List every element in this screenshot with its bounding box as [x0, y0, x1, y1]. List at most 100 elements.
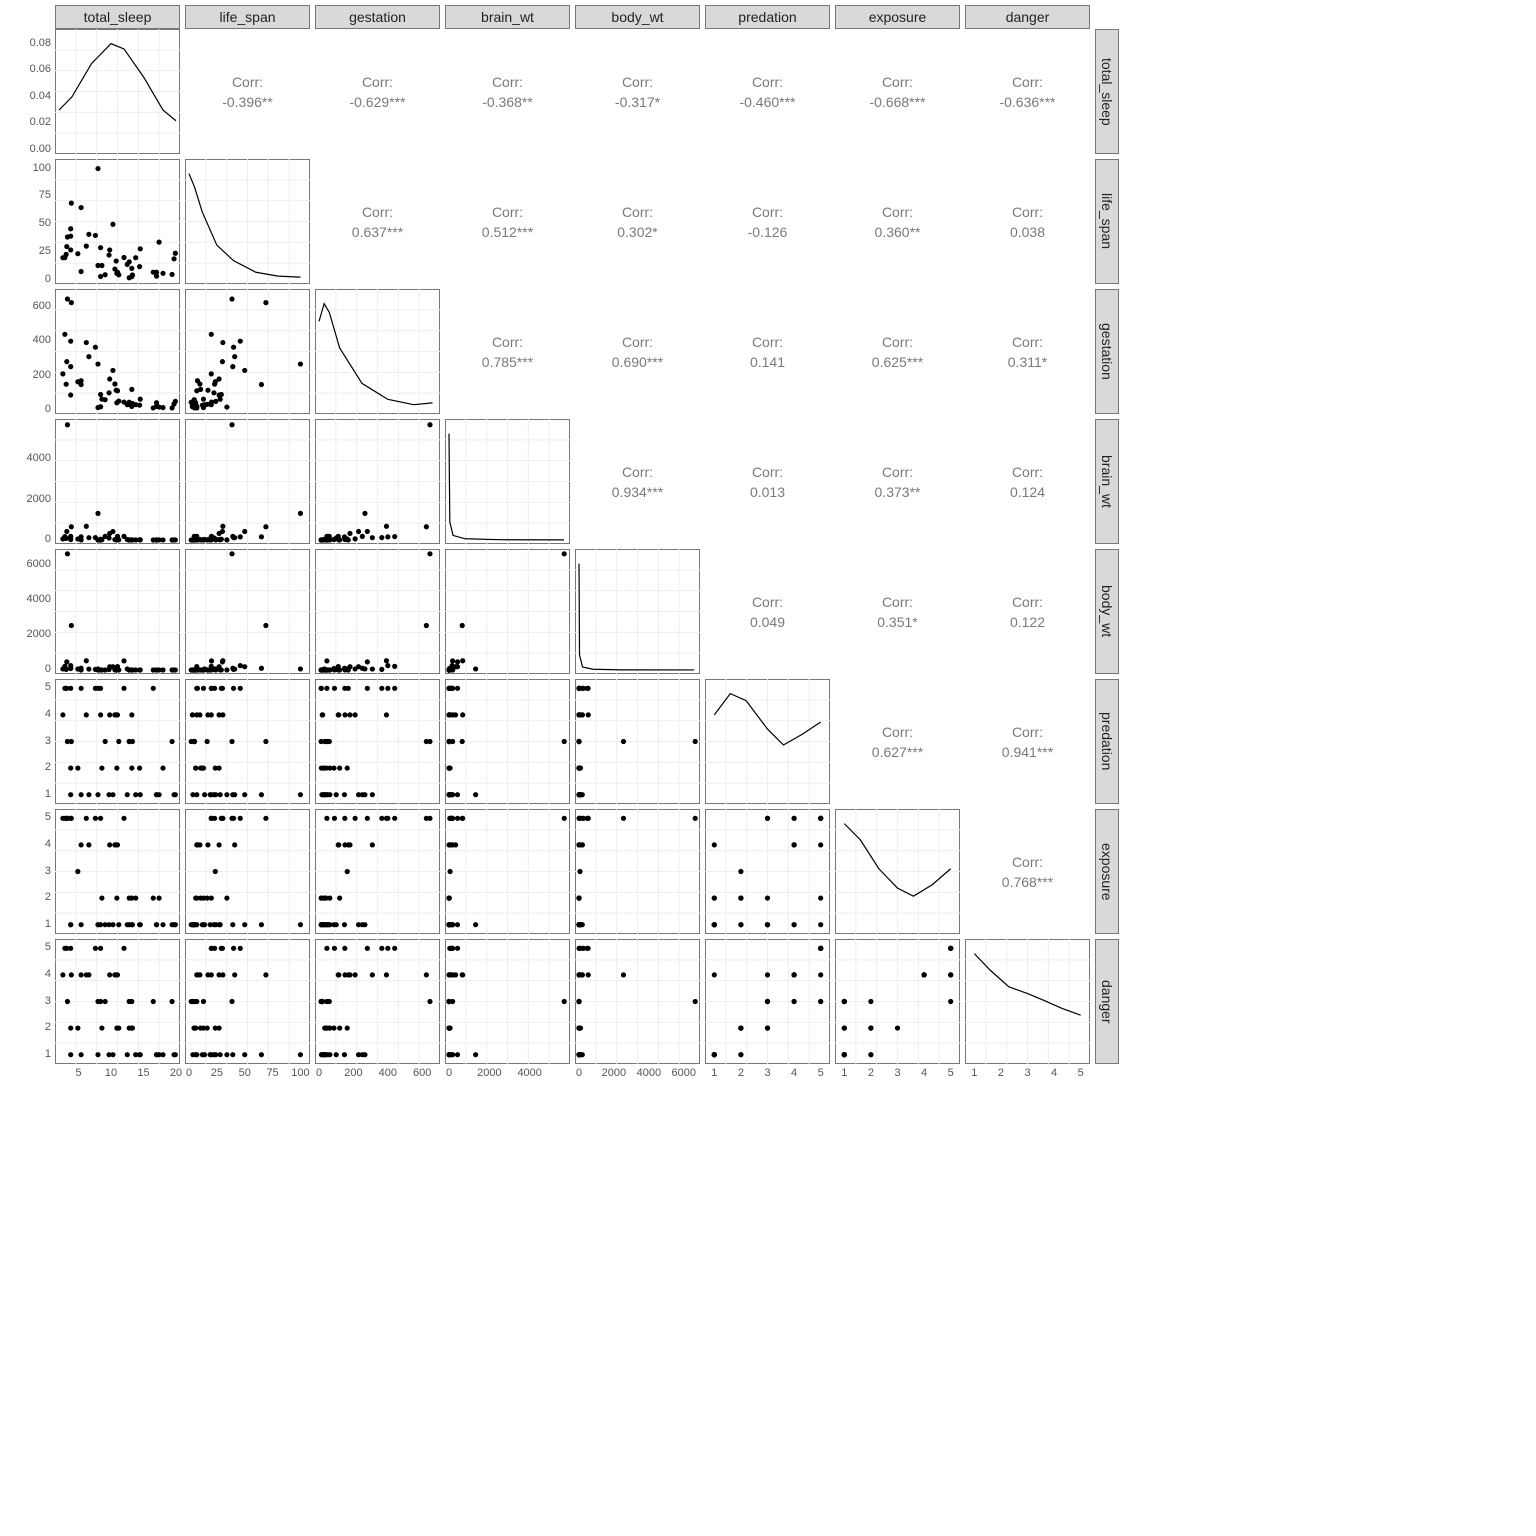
y-tick: 4 [13, 968, 51, 980]
corr-gestation-danger: Corr:0.311* [965, 289, 1090, 414]
row-header-exposure: exposure [1095, 809, 1119, 934]
corr-label: Corr: [1012, 334, 1043, 350]
corr-body_wt-predation: Corr: 0.049 [705, 549, 830, 674]
corr-exposure-danger: Corr: 0.768*** [965, 809, 1090, 934]
panel-svg-danger-body_wt [575, 939, 700, 1064]
y-tick: 400 [13, 334, 51, 346]
corr-label: Corr: [752, 594, 783, 610]
panel-svg-total_sleep-total_sleep [55, 29, 180, 154]
corr-value: 0.141 [750, 354, 785, 370]
corr-value: 0.038 [1010, 224, 1045, 240]
y-tick: 0.04 [13, 90, 51, 102]
x-tick: 6000 [670, 1067, 698, 1079]
x-tick: 3 [1014, 1067, 1042, 1079]
corr-label: Corr: [622, 334, 653, 350]
y-tick: 2 [13, 761, 51, 773]
corr-label: Corr: [232, 74, 263, 90]
x-tick: 2 [727, 1067, 755, 1079]
y-tick: 25 [13, 245, 51, 257]
panel-svg-danger-predation [705, 939, 830, 1064]
corr-label: Corr: [882, 594, 913, 610]
row-header-label: gestation [1099, 323, 1115, 380]
corr-total_sleep-exposure: Corr:-0.668*** [835, 29, 960, 154]
x-tick: 2000 [475, 1067, 503, 1079]
panel-svg-life_span-life_span [185, 159, 310, 284]
y-tick: 5 [13, 811, 51, 823]
panel-svg-danger-exposure [835, 939, 960, 1064]
corr-value: 0.122 [1010, 614, 1045, 630]
col-header-danger: danger [965, 5, 1090, 29]
x-tick: 15 [130, 1067, 158, 1079]
corr-label: Corr: [1012, 854, 1043, 870]
panel-svg-exposure-predation [705, 809, 830, 934]
y-tick: 6000 [13, 558, 51, 570]
corr-label: Corr: [882, 334, 913, 350]
col-header-exposure: exposure [835, 5, 960, 29]
panel-svg-predation-brain_wt [445, 679, 570, 804]
y-tick: 1 [13, 918, 51, 930]
corr-value: 0.049 [750, 614, 785, 630]
corr-value: 0.351* [877, 614, 917, 630]
col-header-label: gestation [349, 9, 406, 25]
corr-label: Corr: [1012, 74, 1043, 90]
row-header-label: exposure [1099, 843, 1115, 901]
corr-value: 0.302* [617, 224, 657, 240]
panel-svg-gestation-total_sleep [55, 289, 180, 414]
y-tick: 200 [13, 369, 51, 381]
y-tick: 600 [13, 300, 51, 312]
y-tick: 75 [13, 189, 51, 201]
y-tick: 0 [13, 273, 51, 285]
corr-label: Corr: [1012, 724, 1043, 740]
corr-value: 0.690*** [612, 354, 663, 370]
y-tick: 50 [13, 217, 51, 229]
corr-value: 0.625*** [872, 354, 923, 370]
corr-value: 0.768*** [1002, 874, 1053, 890]
x-tick: 50 [231, 1067, 259, 1079]
x-tick: 25 [203, 1067, 231, 1079]
corr-value: 0.373** [875, 484, 921, 500]
corr-value: 0.637*** [352, 224, 403, 240]
col-header-body_wt: body_wt [575, 5, 700, 29]
corr-label: Corr: [362, 204, 393, 220]
panel-svg-life_span-total_sleep [55, 159, 180, 284]
x-tick: 4 [1040, 1067, 1068, 1079]
corr-value: -0.460*** [739, 94, 795, 110]
col-header-total_sleep: total_sleep [55, 5, 180, 29]
col-header-label: life_span [219, 9, 275, 25]
corr-life_span-body_wt: Corr:0.302* [575, 159, 700, 284]
x-tick: 4000 [516, 1067, 544, 1079]
x-tick: 10 [97, 1067, 125, 1079]
y-tick: 2000 [13, 493, 51, 505]
corr-value: -0.317* [615, 94, 660, 110]
corr-brain_wt-predation: Corr:0.013 [705, 419, 830, 544]
corr-body_wt-exposure: Corr: 0.351* [835, 549, 960, 674]
corr-predation-danger: Corr:0.941*** [965, 679, 1090, 804]
panel-svg-predation-total_sleep [55, 679, 180, 804]
row-header-label: total_sleep [1099, 58, 1115, 126]
col-header-label: body_wt [611, 9, 663, 25]
corr-value: 0.124 [1010, 484, 1045, 500]
corr-value: 0.360** [875, 224, 921, 240]
corr-gestation-predation: Corr:0.141 [705, 289, 830, 414]
x-tick: 3 [884, 1067, 912, 1079]
row-header-life_span: life_span [1095, 159, 1119, 284]
corr-brain_wt-danger: Corr:0.124 [965, 419, 1090, 544]
col-header-label: danger [1006, 9, 1050, 25]
panel-svg-brain_wt-total_sleep [55, 419, 180, 544]
corr-value: -0.668*** [869, 94, 925, 110]
corr-total_sleep-danger: Corr:-0.636*** [965, 29, 1090, 154]
y-tick: 0.06 [13, 63, 51, 75]
panel-svg-exposure-exposure [835, 809, 960, 934]
panel-svg-exposure-life_span [185, 809, 310, 934]
corr-label: Corr: [1012, 594, 1043, 610]
y-tick: 0.00 [13, 143, 51, 155]
corr-label: Corr: [622, 464, 653, 480]
row-header-body_wt: body_wt [1095, 549, 1119, 674]
corr-label: Corr: [752, 74, 783, 90]
panel-svg-exposure-brain_wt [445, 809, 570, 934]
x-tick: 1 [830, 1067, 858, 1079]
panel-svg-predation-life_span [185, 679, 310, 804]
x-tick: 0 [175, 1067, 203, 1079]
corr-value: 0.512*** [482, 224, 533, 240]
corr-total_sleep-life_span: Corr:-0.396** [185, 29, 310, 154]
